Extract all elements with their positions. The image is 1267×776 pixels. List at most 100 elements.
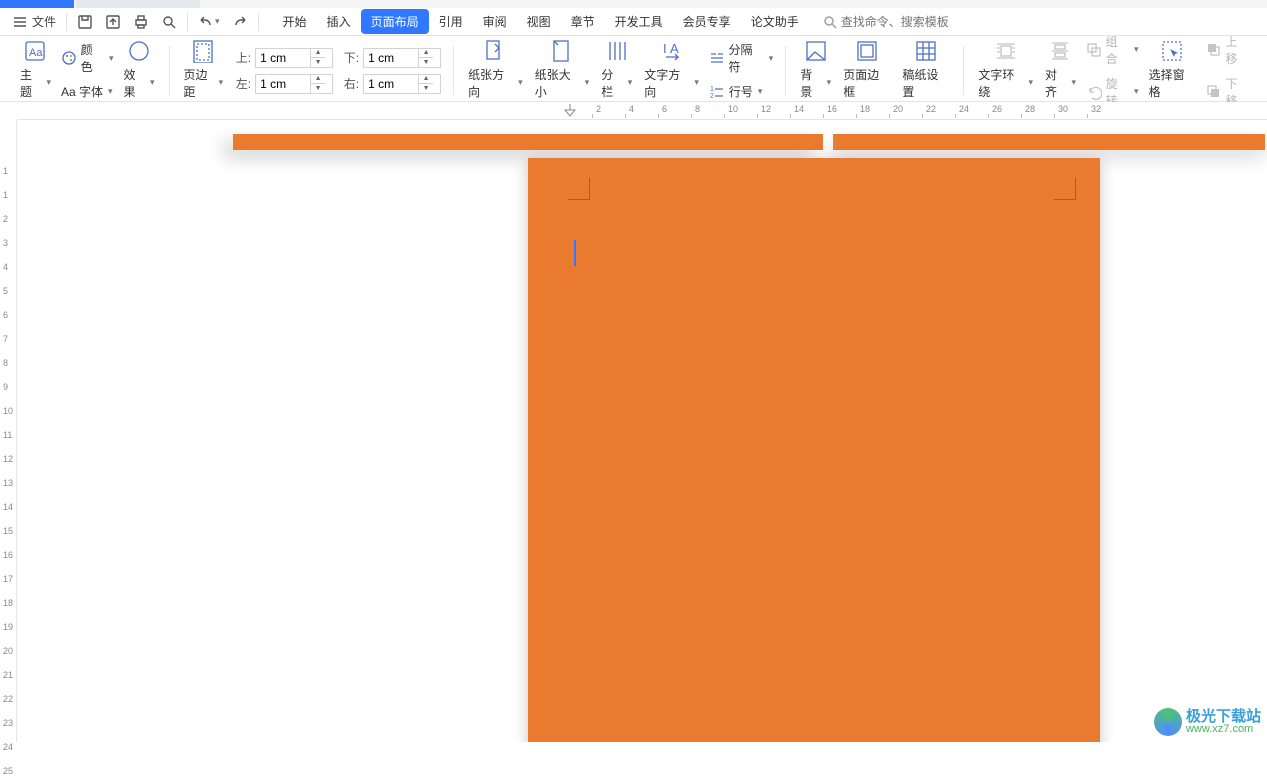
ribbon: Aa 主题▾ 颜色▾ Aa 字体▾ 效果▾ 页边距▾ 上: ▲▼ 左: ▲▼ <box>0 36 1267 102</box>
menu-button[interactable]: 文件 <box>6 8 62 36</box>
export-icon <box>105 14 121 30</box>
tab-chapter[interactable]: 章节 <box>561 9 605 34</box>
color-button[interactable]: 颜色▾ <box>61 39 114 77</box>
menu-icon <box>12 14 28 30</box>
genko-button[interactable]: 稿纸设置 <box>896 36 955 106</box>
tab-reference[interactable]: 引用 <box>429 9 473 34</box>
search-input[interactable] <box>841 15 981 29</box>
selpane-icon <box>1160 39 1184 63</box>
tab-thesis[interactable]: 论文助手 <box>741 9 809 34</box>
margin-top-field[interactable] <box>256 51 310 65</box>
align-button[interactable]: 对齐▾ <box>1039 36 1082 106</box>
rotate-icon <box>1086 84 1102 100</box>
spin-down[interactable]: ▼ <box>311 58 325 67</box>
ruler-mark: 6 <box>3 310 8 320</box>
selpane-button[interactable]: 选择窗格 <box>1143 36 1202 106</box>
ruler-mark: 11 <box>3 430 12 440</box>
group-page-setup: 纸张方向▾ 纸张大小▾ 分栏▾ IA 文字方向▾ 分隔符▾ 12行号▾ <box>456 40 783 101</box>
tab-start[interactable]: 开始 <box>273 9 317 34</box>
ruler-mark: 1 <box>3 166 8 176</box>
tab-review[interactable]: 审阅 <box>473 9 517 34</box>
page[interactable] <box>528 158 1100 742</box>
margins-button[interactable]: 页边距▾ <box>177 36 229 106</box>
tab-layout[interactable]: 页面布局 <box>361 9 429 34</box>
font-button[interactable]: Aa 字体▾ <box>61 81 114 102</box>
ruler-mark: 14 <box>794 104 804 114</box>
ruler-mark: 1 <box>3 190 8 200</box>
orientation-button[interactable]: 纸张方向▾ <box>462 36 529 106</box>
spin-up[interactable]: ▲ <box>419 75 433 84</box>
canvas[interactable] <box>17 120 1267 742</box>
columns-button[interactable]: 分栏▾ <box>595 36 638 106</box>
effect-button[interactable]: 效果▾ <box>118 36 161 106</box>
margin-bottom-input[interactable]: ▲▼ <box>363 48 441 68</box>
watermark-logo-icon <box>1154 708 1182 736</box>
group-margins: 页边距▾ 上: ▲▼ 左: ▲▼ 下: ▲▼ 右: ▲▼ <box>171 40 451 101</box>
size-button[interactable]: 纸张大小▾ <box>529 36 596 106</box>
tab-insert[interactable]: 插入 <box>317 9 361 34</box>
margin-right-input[interactable]: ▲▼ <box>363 74 441 94</box>
spin-up[interactable]: ▲ <box>311 49 325 58</box>
background-button[interactable]: 背景▾ <box>794 36 837 106</box>
columns-icon <box>605 39 629 63</box>
tab-view[interactable]: 视图 <box>517 9 561 34</box>
redo-button[interactable] <box>226 8 254 36</box>
ruler-mark: 18 <box>3 598 13 608</box>
ruler-mark: 24 <box>3 742 13 752</box>
margin-right-field[interactable] <box>364 77 418 91</box>
border-button[interactable]: 页面边框 <box>837 36 896 106</box>
ruler-mark: 20 <box>3 646 13 656</box>
selpane-label: 选择窗格 <box>1149 66 1196 100</box>
theme-button[interactable]: Aa 主题▾ <box>14 36 57 106</box>
spin-down[interactable]: ▼ <box>419 84 433 93</box>
ruler-mark: 23 <box>3 718 13 728</box>
spin-down[interactable]: ▼ <box>419 58 433 67</box>
theme-icon: Aa <box>23 39 47 63</box>
preview-band-left <box>233 134 823 150</box>
breaks-button[interactable]: 分隔符▾ <box>709 39 773 77</box>
linenum-icon: 12 <box>709 84 725 100</box>
wrap-icon <box>994 39 1018 63</box>
theme-label: 主题 <box>20 66 43 100</box>
margin-top-input[interactable]: ▲▼ <box>255 48 333 68</box>
export-button[interactable] <box>99 8 127 36</box>
group-cmd-button[interactable]: 组合▾ <box>1086 31 1139 69</box>
ruler-mark: 30 <box>1058 104 1068 114</box>
redo-icon <box>232 14 248 30</box>
border-label: 页面边框 <box>843 66 890 100</box>
margin-left-input[interactable]: ▲▼ <box>255 74 333 94</box>
text-cursor <box>574 240 576 266</box>
undo-button[interactable]: ▾ <box>192 8 226 36</box>
undo-icon <box>198 14 214 30</box>
ruler-mark: 12 <box>761 104 771 114</box>
ruler-mark: 10 <box>728 104 738 114</box>
spin-up[interactable]: ▲ <box>419 49 433 58</box>
ruler-mark: 22 <box>3 694 13 704</box>
margin-bottom-field[interactable] <box>364 51 418 65</box>
ruler-mark: 4 <box>629 104 634 114</box>
ruler-mark: 14 <box>3 502 13 512</box>
svg-text:1: 1 <box>710 86 714 93</box>
svg-text:A: A <box>670 41 679 56</box>
spin-up[interactable]: ▲ <box>311 75 325 84</box>
save-button[interactable] <box>71 8 99 36</box>
textdir-button[interactable]: IA 文字方向▾ <box>638 36 705 106</box>
print-button[interactable] <box>127 8 155 36</box>
vertical-ruler[interactable]: 1123456789101112131415161718192021222324… <box>0 120 17 742</box>
tab-member[interactable]: 会员专享 <box>673 9 741 34</box>
indent-marker[interactable] <box>562 102 578 120</box>
group-background: 背景▾ 页面边框 稿纸设置 <box>788 40 961 101</box>
textdir-label: 文字方向 <box>644 66 691 100</box>
linenum-button[interactable]: 12行号▾ <box>709 81 773 102</box>
wrap-button[interactable]: 文字环绕▾ <box>972 36 1039 106</box>
ruler-mark: 21 <box>3 670 13 680</box>
preview-band-right <box>833 134 1265 150</box>
command-search[interactable] <box>823 15 981 29</box>
bringfwd-button[interactable]: 上移 <box>1206 31 1249 69</box>
size-icon <box>550 39 574 63</box>
preview-button[interactable] <box>155 8 183 36</box>
margin-left-field[interactable] <box>256 77 310 91</box>
horizontal-ruler[interactable]: 2468101214161820222426283032 <box>17 102 1267 120</box>
tab-devtools[interactable]: 开发工具 <box>605 9 673 34</box>
spin-down[interactable]: ▼ <box>311 84 325 93</box>
